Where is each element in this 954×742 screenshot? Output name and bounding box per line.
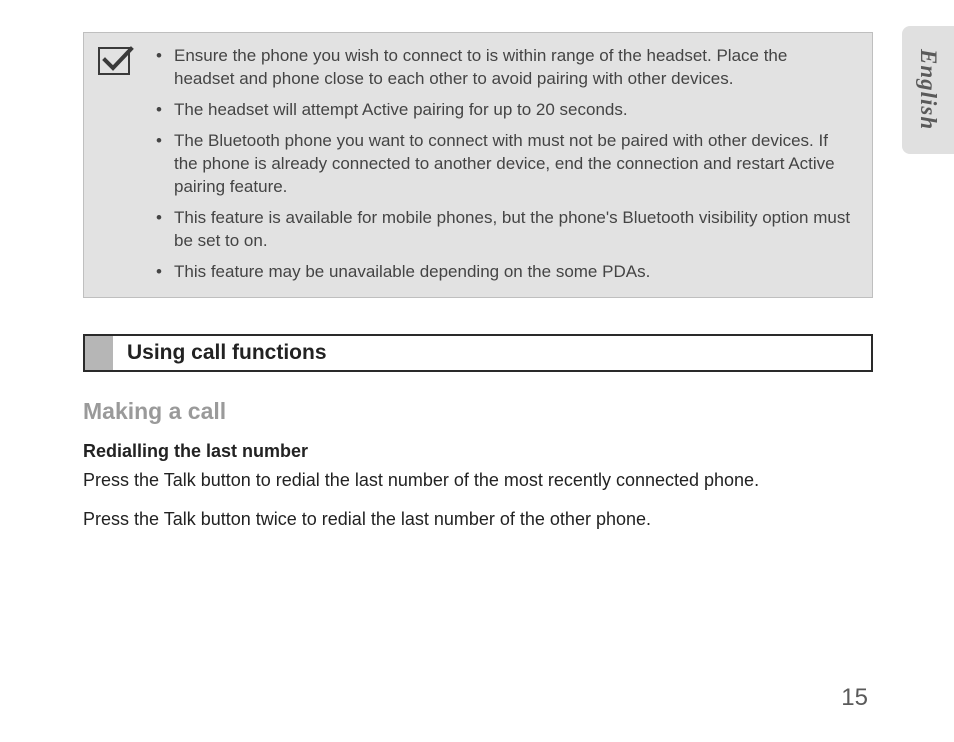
- note-item: The Bluetooth phone you want to connect …: [152, 130, 852, 199]
- language-tab-label: English: [915, 49, 941, 130]
- language-tab: English: [902, 26, 954, 154]
- note-item: Ensure the phone you wish to connect to …: [152, 45, 852, 91]
- section-heading: Using call functions: [83, 334, 873, 372]
- note-item: This feature may be unavailable dependin…: [152, 261, 852, 284]
- subsection-subheading: Redialling the last number: [83, 441, 873, 462]
- body-paragraph: Press the Talk button to redial the last…: [83, 468, 873, 492]
- body-paragraph: Press the Talk button twice to redial th…: [83, 507, 873, 531]
- checkmark-icon: [98, 47, 130, 75]
- note-item: The headset will attempt Active pairing …: [152, 99, 852, 122]
- note-list: Ensure the phone you wish to connect to …: [152, 45, 852, 283]
- subsection-title: Making a call: [83, 398, 873, 425]
- section-heading-accent: [85, 336, 113, 370]
- note-item: This feature is available for mobile pho…: [152, 207, 852, 253]
- section-title: Using call functions: [113, 336, 327, 370]
- page-content: Ensure the phone you wish to connect to …: [83, 32, 873, 531]
- page-number: 15: [841, 684, 868, 712]
- note-box: Ensure the phone you wish to connect to …: [83, 32, 873, 298]
